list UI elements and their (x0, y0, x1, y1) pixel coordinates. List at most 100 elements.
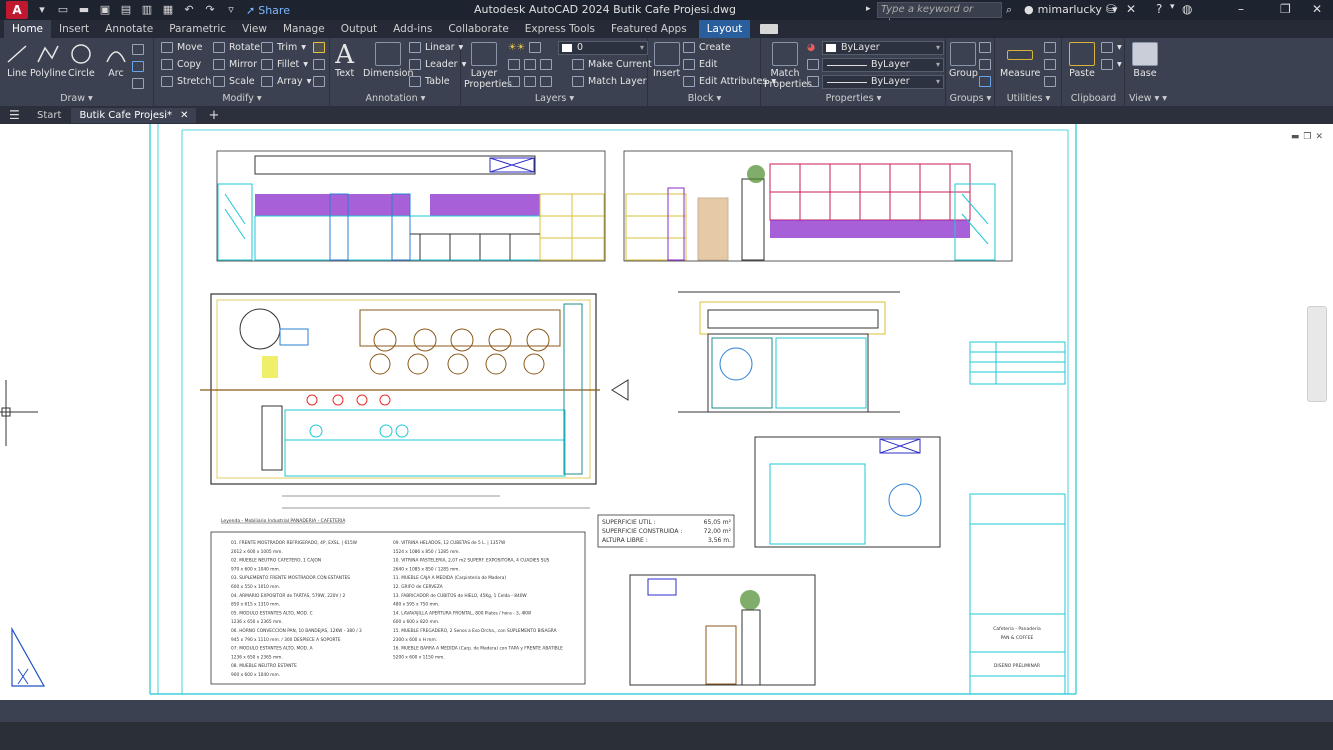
help-dropdown-icon[interactable]: ▾ (1170, 2, 1175, 12)
color-dropdown[interactable]: ByLayer ▾ (822, 41, 944, 55)
tab-home[interactable]: Home (4, 20, 52, 38)
qa-dropdown-icon[interactable]: ▾ (35, 3, 49, 17)
line-tool[interactable]: Line (4, 42, 30, 79)
clipboard-panel-label[interactable]: Clipboard (1063, 93, 1124, 104)
rectangle-icon[interactable] (132, 44, 144, 55)
lineweight-icon[interactable] (807, 76, 819, 87)
measure-tool[interactable]: Measure (1000, 42, 1040, 79)
tab-layout[interactable]: Layout (698, 20, 751, 38)
move-button[interactable]: Move (161, 42, 202, 53)
lineweight-dropdown[interactable]: ByLayer ▾ (822, 75, 944, 89)
id-point-icon[interactable] (1044, 76, 1056, 87)
undo-icon[interactable]: ↶ (182, 3, 196, 17)
paste-tool[interactable]: Paste (1069, 42, 1095, 79)
hamburger-menu-icon[interactable]: ☰ (9, 108, 23, 122)
tab-output[interactable]: Output (333, 20, 385, 38)
open-folder-icon[interactable]: ▬ (77, 3, 91, 17)
color-wheel-icon[interactable]: ◕ (807, 42, 815, 53)
linear-button[interactable]: Linear ▾ (409, 42, 463, 53)
share-button[interactable]: ➚ Share (246, 4, 290, 17)
layer-properties-tool[interactable]: Layer Properties (464, 42, 512, 90)
tab-view[interactable]: View (234, 20, 275, 38)
restore-icon[interactable]: ❐ (1280, 2, 1291, 16)
leader-button[interactable]: Leader ▾ (409, 59, 466, 70)
new-file-icon[interactable]: ▭ (56, 3, 70, 17)
create-block-button[interactable]: Create (683, 42, 731, 53)
search-icon[interactable]: ⌕ (1006, 3, 1012, 17)
copy-button[interactable]: Copy (161, 59, 201, 70)
autodesk-app-icon[interactable]: ◍ (1182, 2, 1192, 16)
expand-arrow-icon[interactable]: ▸ (866, 4, 871, 14)
close-tab-icon[interactable]: ✕ (180, 110, 188, 121)
layers-panel-label[interactable]: Layers ▾ (462, 93, 647, 104)
navigation-bar[interactable] (1307, 306, 1327, 402)
layer-dropdown[interactable]: 0 ▾ (558, 41, 648, 55)
ribbon-minimize-icon[interactable] (760, 24, 779, 34)
copy-clip-icon[interactable]: ▾ (1101, 42, 1122, 53)
explode-icon[interactable] (313, 59, 325, 70)
linetype-icon[interactable] (807, 59, 819, 70)
viewport-restore-icon[interactable]: ❐ (1303, 132, 1311, 142)
autocad-logo-icon[interactable]: A (6, 1, 28, 19)
match-layer-button[interactable]: Match Layer (572, 76, 647, 87)
help-icon[interactable]: ? (1156, 2, 1162, 16)
group-edit-icon[interactable] (979, 59, 991, 70)
block-panel-label[interactable]: Block ▾ (649, 93, 760, 104)
scale-button[interactable]: Scale (213, 76, 255, 87)
annotation-panel-label[interactable]: Annotation ▾ (331, 93, 460, 104)
drawing-canvas[interactable]: Leyenda - Mobiliario Industrial PANADERI… (0, 124, 1333, 700)
view-panel-label[interactable]: View ▾ ▾ (1126, 93, 1170, 104)
viewport-close-icon[interactable]: ✕ (1315, 132, 1323, 142)
search-input[interactable]: Type a keyword or phrase (877, 2, 1002, 29)
tab-collaborate[interactable]: Collaborate (440, 20, 516, 38)
layer-state-icons[interactable]: ☀☀ (508, 42, 542, 53)
save-as-icon[interactable]: ▤ (119, 3, 133, 17)
text-tool[interactable]: A Text (335, 42, 354, 79)
new-tab-icon[interactable]: + (208, 108, 219, 123)
viewport-minimize-icon[interactable]: ▬ (1291, 132, 1300, 142)
dimension-tool[interactable]: Dimension (363, 42, 414, 79)
user-account[interactable]: ● mimarlucky ▾ (1024, 3, 1117, 16)
boundary-icon[interactable] (132, 78, 144, 89)
calculator-icon[interactable] (1044, 59, 1056, 70)
quick-select-icon[interactable] (1044, 42, 1056, 53)
tab-featured-apps[interactable]: Featured Apps (603, 20, 695, 38)
command-line[interactable] (0, 700, 1333, 722)
tab-add-ins[interactable]: Add-ins (385, 20, 440, 38)
insert-tool[interactable]: Insert (653, 42, 680, 79)
tab-express-tools[interactable]: Express Tools (517, 20, 603, 38)
fillet-button[interactable]: Fillet ▾ (261, 59, 308, 70)
table-button[interactable]: Table (409, 76, 450, 87)
polyline-tool[interactable]: Polyline (30, 42, 67, 79)
tab-butik-cafe[interactable]: Butik Cafe Projesi* ✕ (71, 107, 197, 123)
draw-panel-label[interactable]: Draw ▾ (0, 93, 153, 104)
web-save-icon[interactable]: ▥ (140, 3, 154, 17)
trim-button[interactable]: Trim ▾ (261, 42, 306, 53)
modify-panel-label[interactable]: Modify ▾ (155, 93, 329, 104)
help-share-icon[interactable]: ✕ (1126, 2, 1136, 16)
ungroup-icon[interactable] (979, 42, 991, 53)
group-tool[interactable]: Group (949, 42, 978, 79)
tab-annotate[interactable]: Annotate (97, 20, 161, 38)
utilities-panel-label[interactable]: Utilities ▾ (996, 93, 1061, 104)
close-icon[interactable]: ✕ (1312, 2, 1322, 16)
workspace-dropdown-icon[interactable]: ▿ (224, 3, 238, 17)
properties-panel-label[interactable]: Properties ▾ (762, 93, 945, 104)
tab-parametric[interactable]: Parametric (161, 20, 234, 38)
linetype-dropdown[interactable]: ByLayer ▾ (822, 58, 944, 72)
layer-tools-row2[interactable] (508, 59, 552, 70)
minimize-icon[interactable]: – (1238, 2, 1244, 16)
base-view-tool[interactable]: Base (1132, 42, 1158, 79)
save-icon[interactable]: ▣ (98, 3, 112, 17)
offset-icon[interactable] (313, 76, 325, 87)
layer-tools-row3[interactable] (508, 76, 552, 87)
tab-insert[interactable]: Insert (51, 20, 97, 38)
cart-icon[interactable]: ⛁ (1106, 2, 1116, 16)
groups-panel-label[interactable]: Groups ▾ (947, 93, 994, 104)
redo-icon[interactable]: ↷ (203, 3, 217, 17)
edit-block-button[interactable]: Edit (683, 59, 717, 70)
cut-clip-icon[interactable]: ▾ (1101, 59, 1122, 70)
mirror-button[interactable]: Mirror (213, 59, 257, 70)
erase-icon[interactable] (313, 42, 325, 53)
arc-tool[interactable]: Arc (103, 42, 129, 79)
